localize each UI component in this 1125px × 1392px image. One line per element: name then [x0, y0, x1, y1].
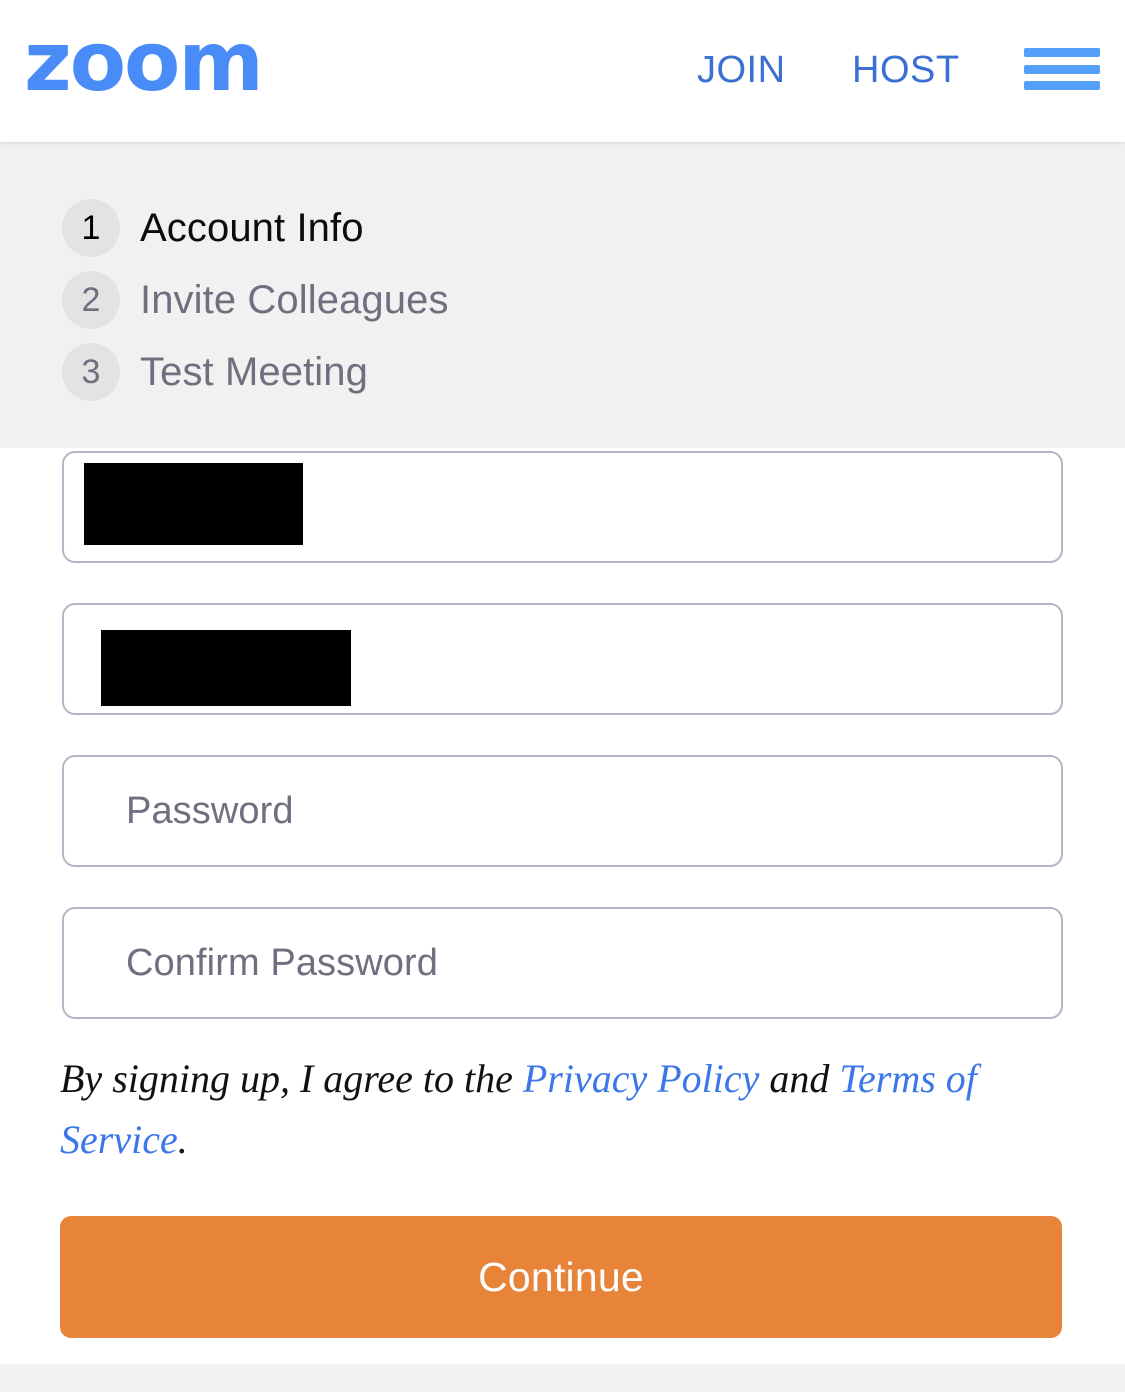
terms-suffix: . [177, 1117, 188, 1162]
step-item-test-meeting[interactable]: 3 Test Meeting [0, 336, 1125, 408]
step-label: Test Meeting [140, 349, 368, 394]
hamburger-bar-3 [1024, 81, 1100, 90]
step-number-badge: 3 [62, 343, 120, 401]
signup-form: Password Confirm Password [0, 451, 1125, 1059]
terms-prefix: By signing up, I agree to the [60, 1056, 523, 1101]
step-label: Invite Colleagues [140, 277, 449, 322]
last-name-field[interactable] [62, 603, 1063, 715]
hamburger-bar-2 [1024, 64, 1100, 74]
continue-button[interactable]: Continue [60, 1216, 1062, 1338]
privacy-policy-link[interactable]: Privacy Policy [523, 1056, 760, 1101]
terms-agreement-text: By signing up, I agree to the Privacy Po… [60, 1048, 1065, 1170]
join-link[interactable]: JOIN [697, 47, 786, 93]
zoom-logo[interactable]: zoom [24, 18, 264, 108]
password-field[interactable]: Password [62, 755, 1063, 867]
redaction-box [84, 463, 303, 545]
confirm-password-field[interactable]: Confirm Password [62, 907, 1063, 1019]
step-item-invite-colleagues[interactable]: 2 Invite Colleagues [0, 264, 1125, 336]
redaction-box [101, 630, 351, 706]
step-label: Account Info [140, 205, 364, 250]
page-footer [0, 1364, 1125, 1392]
step-number-badge: 2 [62, 271, 120, 329]
step-number-badge: 1 [62, 199, 120, 257]
hamburger-menu-icon[interactable] [1024, 48, 1100, 90]
first-name-field[interactable] [62, 451, 1063, 563]
terms-conjunction: and [759, 1056, 840, 1101]
step-item-account-info[interactable]: 1 Account Info [0, 192, 1125, 264]
signup-steps-panel: 1 Account Info 2 Invite Colleagues 3 Tes… [0, 142, 1125, 448]
site-header: zoom JOIN HOST [0, 0, 1125, 142]
hamburger-bar-1 [1024, 48, 1100, 57]
password-placeholder: Password [126, 789, 294, 832]
host-link[interactable]: HOST [852, 47, 960, 93]
confirm-password-placeholder: Confirm Password [126, 941, 439, 984]
